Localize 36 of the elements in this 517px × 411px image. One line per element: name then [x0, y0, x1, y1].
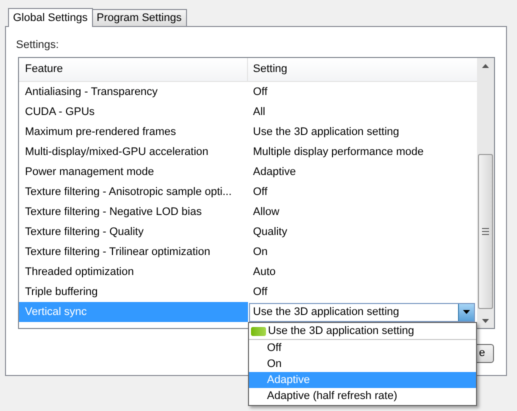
feature-cell[interactable]: Texture filtering - Negative LOD bias — [19, 202, 248, 222]
setting-cell-text: Auto — [252, 264, 277, 280]
scroll-up-icon[interactable] — [482, 64, 489, 68]
setting-cell-text: Quality — [252, 224, 288, 240]
setting-cell-text: Allow — [252, 204, 280, 220]
feature-cell[interactable]: Texture filtering - Trilinear optimization — [19, 242, 248, 262]
setting-cell-text: Off — [252, 284, 268, 300]
feature-cell[interactable]: Multi-display/mixed-GPU acceleration — [19, 142, 248, 162]
feature-cell[interactable]: CUDA - GPUs — [19, 102, 248, 122]
setting-cell-text: All — [252, 104, 266, 120]
setting-cell-text: Adaptive — [252, 164, 297, 180]
logo-icon — [251, 327, 266, 336]
setting-cell-text: Off — [252, 184, 268, 200]
feature-cell[interactable]: Texture filtering - Anisotropic sample opti... — [19, 182, 248, 202]
feature-cell[interactable]: Triple buffering — [19, 282, 248, 302]
scrollbar[interactable] — [477, 58, 494, 328]
feature-cell[interactable]: Antialiasing - Transparency — [19, 82, 248, 102]
dropdown-option[interactable]: Use the 3D application setting — [249, 324, 476, 340]
dropdown-option[interactable]: Adaptive (half refresh rate) — [249, 388, 476, 404]
tab[interactable]: Program Settings — [92, 9, 187, 26]
setting-cell-text: Multiple display performance mode — [252, 144, 425, 160]
column-header[interactable]: Setting — [248, 58, 477, 81]
column-header[interactable]: Feature — [19, 58, 248, 81]
tab[interactable]: Global Settings — [8, 8, 93, 27]
settings-label: Settings: — [16, 38, 59, 53]
feature-cell[interactable]: Threaded optimization — [19, 262, 248, 282]
setting-cell-text: On — [252, 244, 269, 260]
feature-cell[interactable]: Maximum pre-rendered frames — [19, 122, 248, 142]
setting-cell-text: Use the 3D application setting — [252, 124, 400, 140]
grip-icon — [482, 228, 489, 235]
feature-cell[interactable]: Power management mode — [19, 162, 248, 182]
setting-dropdown[interactable]: Use the 3D application setting — [249, 302, 475, 322]
setting-cell-text: Off — [252, 84, 268, 100]
scrollbar-thumb[interactable] — [478, 154, 493, 309]
scroll-down-icon[interactable] — [482, 319, 489, 323]
feature-cell[interactable]: Texture filtering - Quality — [19, 222, 248, 242]
